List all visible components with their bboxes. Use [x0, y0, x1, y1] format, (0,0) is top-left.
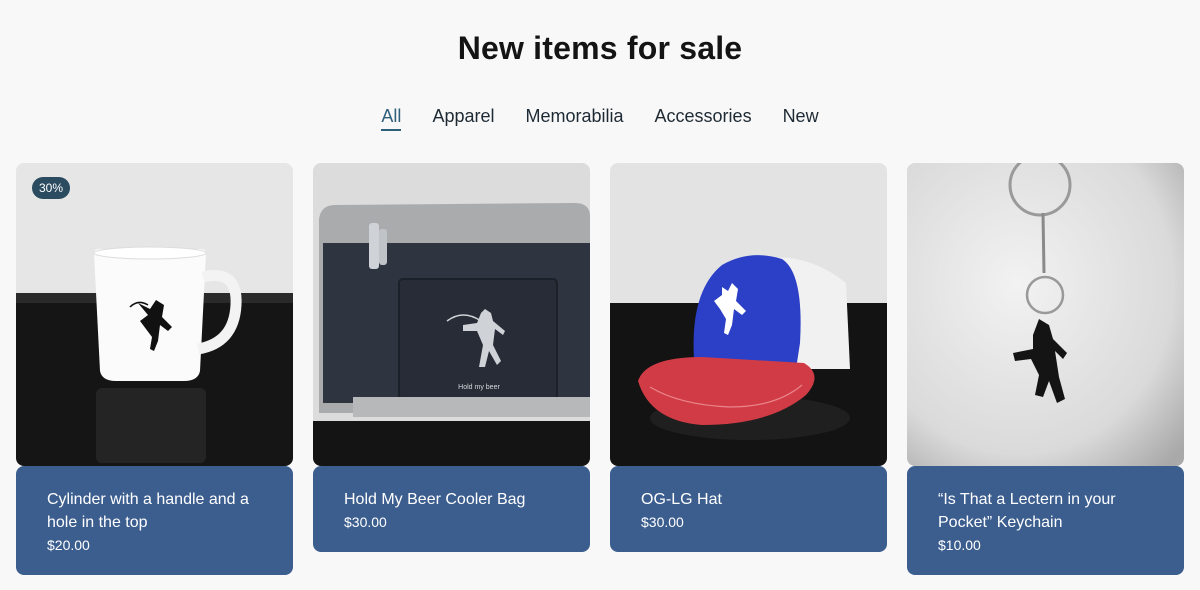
product-info[interactable]: Cylinder with a handle and a hole in the… [16, 466, 293, 575]
product-info[interactable]: “Is That a Lectern in your Pocket” Keych… [907, 466, 1184, 575]
product-price: $10.00 [938, 537, 981, 553]
category-filter-tabs: All Apparel Memorabilia Accessories New [0, 106, 1200, 131]
product-card[interactable]: OG-LG Hat $30.00 [610, 163, 887, 552]
product-card[interactable]: 30% Cylinder with a handle and a hole in… [16, 163, 293, 575]
keychain-icon [907, 163, 1184, 466]
mug-icon [16, 163, 293, 466]
discount-badge: 30% [32, 177, 71, 199]
bag-print-text: Hold my beer [458, 384, 500, 391]
tab-all[interactable]: All [381, 106, 402, 131]
page: New items for sale All Apparel Memorabil… [0, 0, 1200, 590]
product-name[interactable]: Cylinder with a handle and a hole in the… [47, 488, 263, 534]
page-title: New items for sale [457, 30, 743, 66]
product-image[interactable]: Hold my beer [313, 163, 590, 466]
cooler-bag-icon: Hold my beer [313, 163, 590, 466]
product-price: $30.00 [344, 514, 387, 530]
product-card[interactable]: “Is That a Lectern in your Pocket” Keych… [907, 163, 1184, 575]
product-image[interactable]: 30% [16, 163, 293, 466]
tab-memorabilia[interactable]: Memorabilia [525, 106, 623, 131]
product-name[interactable]: Hold My Beer Cooler Bag [344, 488, 560, 511]
tab-new[interactable]: New [783, 106, 819, 131]
tab-apparel[interactable]: Apparel [432, 106, 494, 131]
product-image[interactable] [610, 163, 887, 466]
product-price: $20.00 [47, 537, 90, 553]
product-info[interactable]: OG-LG Hat $30.00 [610, 466, 887, 552]
product-name[interactable]: “Is That a Lectern in your Pocket” Keych… [938, 488, 1154, 534]
product-name[interactable]: OG-LG Hat [641, 488, 857, 511]
product-card[interactable]: Hold my beer Hold My Beer Cooler Bag $30… [313, 163, 590, 552]
tab-accessories[interactable]: Accessories [655, 106, 752, 131]
product-info[interactable]: Hold My Beer Cooler Bag $30.00 [313, 466, 590, 552]
cap-icon [610, 163, 887, 466]
product-image[interactable] [907, 163, 1184, 466]
product-price: $30.00 [641, 514, 684, 530]
